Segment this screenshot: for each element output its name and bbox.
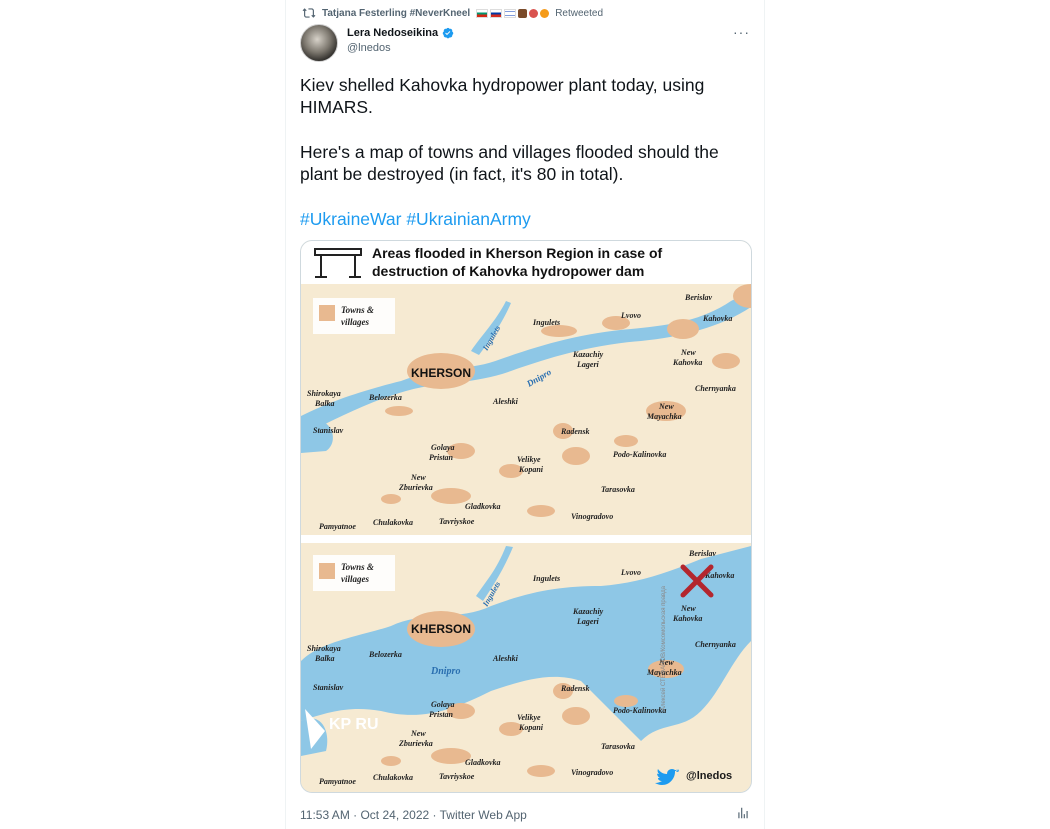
label-golaya-lower: Golaya: [431, 700, 455, 709]
label-radensk: Radensk: [560, 427, 589, 436]
label-kahovka-new-lower: Kahovka: [672, 614, 702, 623]
map-panel-flooded: Towns & villages Berislav Kahovka Lvovo …: [301, 543, 751, 792]
label-pamyatnoe: Pamyatnoe: [319, 522, 356, 531]
tweet-hashtags[interactable]: #UkraineWar #UkrainianArmy: [300, 208, 750, 230]
label-lageri-lower: Lageri: [576, 617, 600, 626]
label-ingulets-town-lower: Ingulets: [532, 574, 560, 583]
retweeter-name[interactable]: Tatjana Festerling #NeverKneel: [322, 8, 470, 19]
label-ingulets-town: Ingulets: [532, 318, 560, 327]
label-new-3-lower: New: [410, 729, 426, 738]
label-mayachka: Mayachka: [646, 412, 682, 421]
label-chulakovka: Chulakovka: [373, 518, 413, 527]
more-options-icon[interactable]: ···: [733, 24, 750, 40]
label-chulakovka-lower: Chulakovka: [373, 773, 413, 782]
label-velikye-lower: Velikye: [517, 713, 541, 722]
label-pristan: Pristan: [429, 453, 454, 462]
label-tavriyskoe-lower: Tavriyskoe: [439, 772, 475, 781]
label-aleshki: Aleshki: [492, 397, 519, 406]
label-kahovka: Kahovka: [702, 314, 732, 323]
tweet-media-map[interactable]: Areas flooded in Kherson Region in case …: [300, 240, 752, 793]
photo-credit-vertical: Алексей СТЕФАНОВ/Комсомольская правда: [660, 585, 667, 711]
label-new: New: [680, 348, 696, 357]
label-lvovo: Lvovo: [620, 311, 641, 320]
tweet-paragraph-2: Here's a map of towns and villages flood…: [300, 142, 719, 184]
label-chernyanka-lower: Chernyanka: [695, 640, 736, 649]
label-lvovo-lower: Lvovo: [620, 568, 641, 577]
label-balka: Balka: [314, 399, 335, 408]
legend-label-line1: Towns &: [341, 305, 374, 315]
label-gladkovka-lower: Gladkovka: [465, 758, 501, 767]
label-gladkovka: Gladkovka: [465, 502, 501, 511]
syringe-icon: [529, 8, 539, 18]
label-lageri: Lageri: [576, 360, 600, 369]
label-kopani-lower: Kopani: [518, 723, 544, 732]
label-tarasovka-lower: Tarasovka: [601, 742, 635, 751]
avatar[interactable]: [300, 24, 338, 62]
label-stanislav: Stanislav: [313, 426, 344, 435]
label-tarasovka: Tarasovka: [601, 485, 635, 494]
legend-label-line1-lower: Towns &: [341, 562, 374, 572]
tweet-metadata[interactable]: 11:53 AM · Oct 24, 2022 · Twitter Web Ap…: [300, 808, 527, 822]
label-new-lower: New: [680, 604, 696, 613]
label-shirokaya-lower: Shirokaya: [307, 644, 341, 653]
tweet-card[interactable]: Tatjana Festerling #NeverKneel Retweeted…: [285, 0, 765, 829]
tweet-paragraph-1: Kiev shelled Kahovka hydropower plant to…: [300, 75, 705, 117]
label-kazachiy-lower: Kazachiy: [572, 607, 604, 616]
label-pamyatnoe-lower: Pamyatnoe: [319, 777, 356, 786]
label-balka-lower: Balka: [314, 654, 335, 663]
credit-handle: @lnedos: [686, 770, 732, 782]
author-handle[interactable]: @lnedos: [347, 42, 454, 54]
legend-label-line2: villages: [341, 317, 369, 327]
label-kahovka-new: Kahovka: [672, 358, 702, 367]
label-dnipro-lower: Dnipro: [430, 666, 460, 677]
label-belozerka-lower: Belozerka: [368, 650, 402, 659]
label-new-3: New: [410, 473, 426, 482]
label-chernyanka: Chernyanka: [695, 384, 736, 393]
emoji-flags: [476, 8, 550, 18]
view-analytics-icon[interactable]: [736, 806, 750, 820]
label-vinogradovo-lower: Vinogradovo: [571, 768, 613, 777]
label-podo-kalinovka: Podo-Kalinovka: [613, 450, 666, 459]
label-kherson-lower: KHERSON: [411, 622, 471, 636]
volcano-icon: [518, 8, 528, 18]
author-block: Lera Nedoseikina @lnedos: [300, 24, 454, 62]
label-velikye: Velikye: [517, 455, 541, 464]
retweeted-label: Retweeted: [555, 7, 604, 19]
label-kazachiy: Kazachiy: [572, 350, 604, 359]
label-aleshki-lower: Aleshki: [492, 654, 519, 663]
retweet-icon: [302, 8, 316, 18]
orange-icon: [540, 8, 550, 18]
label-kopani: Kopani: [518, 465, 544, 474]
verified-badge-icon: [442, 27, 454, 39]
label-radensk-lower: Radensk: [560, 684, 589, 693]
label-kherson: KHERSON: [411, 366, 471, 380]
retweet-header: Tatjana Festerling #NeverKneel Retweeted: [302, 6, 603, 20]
flag-bulgaria-icon: [476, 8, 489, 18]
label-berislav-lower: Berislav: [688, 549, 717, 558]
label-tavriyskoe: Tavriyskoe: [439, 517, 475, 526]
label-podo-kalinovka-lower: Podo-Kalinovka: [613, 706, 666, 715]
map-title-line2: destruction of Kahovka hydropower dam: [372, 263, 644, 279]
map-panel-current: Towns & villages Berislav Kahovka Lvovo …: [301, 284, 751, 535]
label-new-2: New: [658, 402, 674, 411]
label-berislav: Berislav: [684, 293, 713, 302]
label-shirokaya: Shirokaya: [307, 389, 341, 398]
label-stanislav-lower: Stanislav: [313, 683, 344, 692]
map-title-line1: Areas flooded in Kherson Region in case …: [372, 245, 662, 261]
flag-russia-icon: [490, 8, 503, 18]
tweet-text: Kiev shelled Kahovka hydropower plant to…: [300, 74, 750, 230]
author-display-name[interactable]: Lera Nedoseikina: [347, 27, 438, 39]
label-golaya: Golaya: [431, 443, 455, 452]
legend-label-line2-lower: villages: [341, 574, 369, 584]
kp-logo-text: KP RU: [329, 716, 379, 733]
label-vinogradovo: Vinogradovo: [571, 512, 613, 521]
flag-israel-icon: [504, 8, 517, 18]
label-pristan-lower: Pristan: [429, 710, 454, 719]
label-zburievka-lower: Zburievka: [398, 739, 433, 748]
label-belozerka: Belozerka: [368, 393, 402, 402]
label-zburievka: Zburievka: [398, 483, 433, 492]
